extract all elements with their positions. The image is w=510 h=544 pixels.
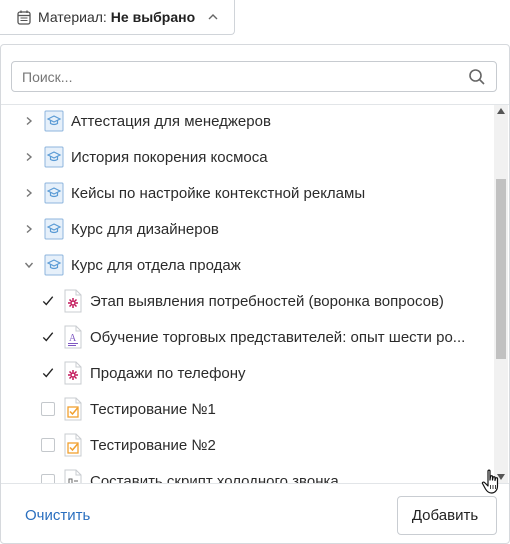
- tree-course-row[interactable]: История покорения космоса: [1, 139, 495, 175]
- checkbox-checked[interactable]: [41, 366, 55, 380]
- checkbox-unchecked[interactable]: [41, 402, 55, 416]
- vertical-scrollbar[interactable]: [494, 105, 508, 483]
- divider: [1, 483, 509, 484]
- course-label: Курс для дизайнеров: [71, 220, 219, 238]
- scroll-up-arrow-icon[interactable]: [494, 105, 508, 117]
- scrollbar-thumb[interactable]: [496, 179, 506, 359]
- course-icon: [44, 110, 64, 132]
- course-icon: [44, 218, 64, 240]
- course-icon: [44, 254, 64, 276]
- tree-material-row[interactable]: Тестирование №1: [1, 391, 495, 427]
- material-label: Тестирование №2: [90, 436, 216, 454]
- test-icon: [63, 397, 83, 421]
- chevron-down-icon[interactable]: [21, 257, 37, 273]
- material-label: Тестирование №1: [90, 400, 216, 418]
- checkbox-checked[interactable]: [41, 294, 55, 308]
- tree-material-row[interactable]: A Обучение торговых представителей: опыт…: [1, 319, 495, 355]
- tree-course-row[interactable]: Курс для дизайнеров: [1, 211, 495, 247]
- tree-course-row[interactable]: Кейсы по настройке контекстной рекламы: [1, 175, 495, 211]
- chevron-right-icon[interactable]: [21, 185, 37, 201]
- material-tree: Аттестация для менеджеров История покоре…: [1, 105, 495, 483]
- material-label: Этап выявления потребностей (воронка воп…: [90, 292, 444, 310]
- add-button[interactable]: Добавить: [397, 496, 497, 535]
- calendar-icon: [16, 9, 32, 25]
- course-label: Кейсы по настройке контекстной рекламы: [71, 184, 366, 202]
- tree-material-row[interactable]: Продажи по телефону: [1, 355, 495, 391]
- checkbox-unchecked[interactable]: [41, 438, 55, 452]
- tree-material-row[interactable]: Составить скрипт холодного звонка: [1, 463, 495, 483]
- course-label: Аттестация для менеджеров: [71, 112, 271, 130]
- svg-text:A: A: [69, 333, 77, 344]
- tree-course-row-expanded[interactable]: Курс для отдела продаж: [1, 247, 495, 283]
- material-label: Обучение торговых представителей: опыт ш…: [90, 328, 466, 346]
- search-field[interactable]: [11, 61, 497, 92]
- hand-pointer-cursor-icon: [481, 469, 503, 495]
- filter-value: Не выбрано: [110, 9, 196, 25]
- material-picker-panel: Аттестация для менеджеров История покоре…: [0, 44, 510, 544]
- course-icon: [44, 182, 64, 204]
- test-icon: [63, 433, 83, 457]
- filter-label: Материал:: [38, 9, 107, 25]
- interactive-icon: [63, 361, 83, 385]
- search-input[interactable]: [22, 68, 468, 85]
- chevron-right-icon[interactable]: [21, 149, 37, 165]
- search-icon[interactable]: [468, 68, 486, 86]
- text-document-icon: A: [63, 325, 83, 349]
- course-icon: [44, 146, 64, 168]
- clear-link[interactable]: Очистить: [25, 507, 90, 524]
- material-label: Продажи по телефону: [90, 364, 246, 382]
- checkbox-checked[interactable]: [41, 330, 55, 344]
- tree-material-row[interactable]: Тестирование №2: [1, 427, 495, 463]
- course-label: История покорения космоса: [71, 148, 268, 166]
- material-label: Составить скрипт холодного звонка: [90, 472, 339, 484]
- chevron-right-icon[interactable]: [21, 113, 37, 129]
- chevron-up-icon: [207, 11, 219, 23]
- course-label: Курс для отдела продаж: [71, 256, 241, 274]
- assignment-icon: [63, 469, 83, 483]
- material-filter-chip[interactable]: Материал: Не выбрано: [0, 0, 235, 35]
- interactive-icon: [63, 289, 83, 313]
- chevron-right-icon[interactable]: [21, 221, 37, 237]
- checkbox-unchecked[interactable]: [41, 474, 55, 483]
- tree-material-row[interactable]: Этап выявления потребностей (воронка воп…: [1, 283, 495, 319]
- tree-course-row[interactable]: Аттестация для менеджеров: [1, 105, 495, 139]
